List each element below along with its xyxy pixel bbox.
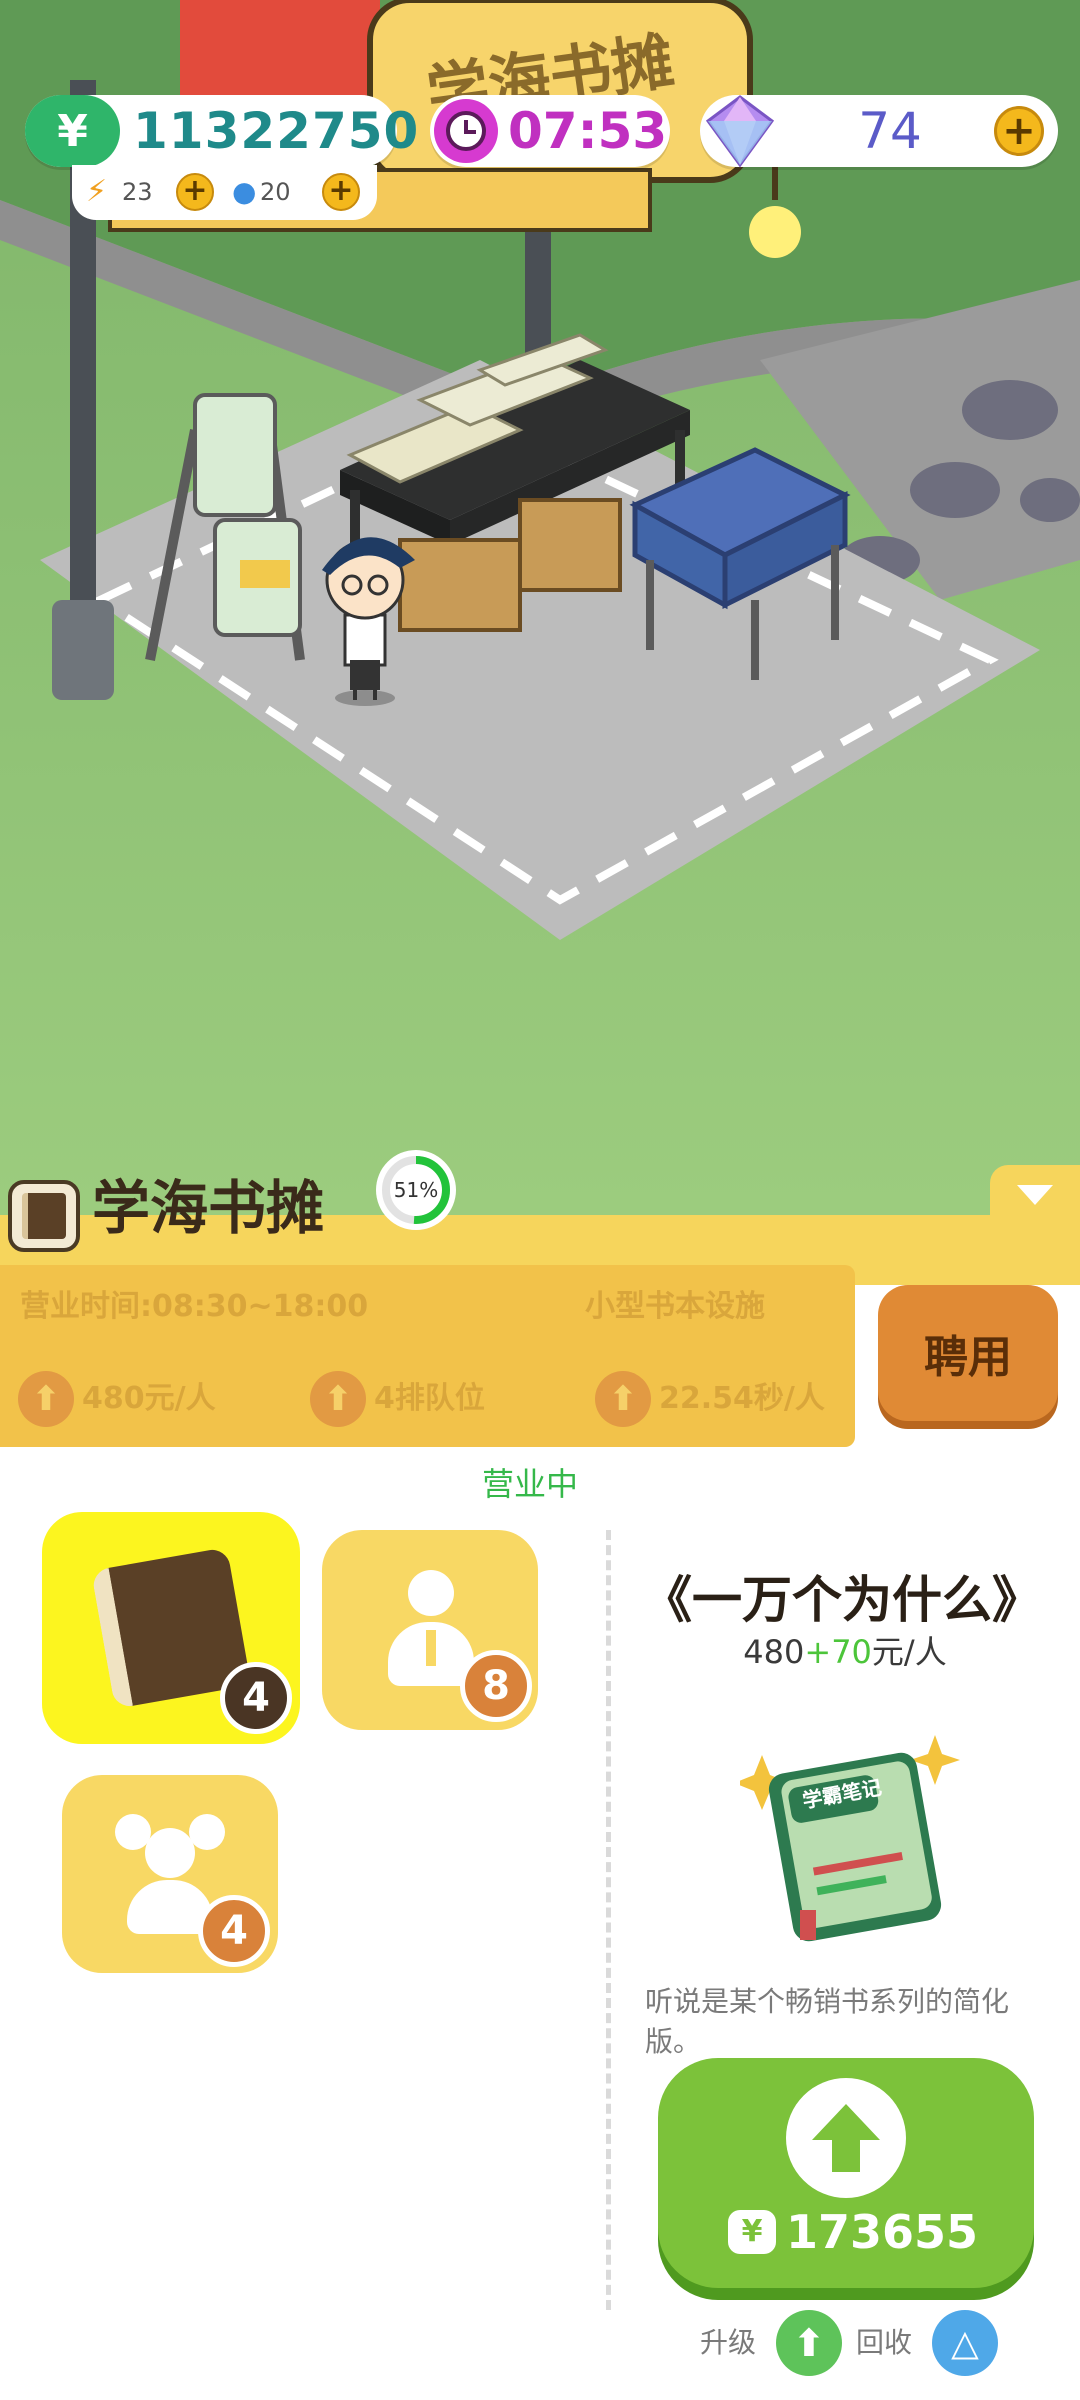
- shop-progress-label: 51%: [393, 1178, 439, 1202]
- water-value: 20: [260, 178, 291, 206]
- money-value: 11322750: [133, 102, 420, 160]
- water-drop-icon: ●: [232, 175, 257, 208]
- upgrade-cost: 173655: [786, 2205, 979, 2259]
- tab-books[interactable]: 4: [42, 1512, 300, 1744]
- speed-stat: 22.54秒/人: [659, 1381, 825, 1416]
- game-scene: 学海书摊 ¥ 11322750 ⚡ 23 + ● 20 + 07:53 74 +: [0, 0, 1080, 1215]
- business-hours: 营业时间:08:30~18:00: [20, 1289, 369, 1324]
- arrow-up-icon: ⬆: [793, 2321, 825, 2365]
- resource-bar: ⚡ 23 + ● 20 +: [72, 165, 377, 220]
- facility-type: 小型书本设施: [585, 1289, 765, 1324]
- tab-badge: 8: [460, 1650, 532, 1722]
- chevron-down-icon: [1017, 1185, 1053, 1205]
- shop-progress-ring: 51%: [374, 1148, 458, 1232]
- shop-status: 营业中: [481, 1465, 578, 1503]
- energy-value: 23: [122, 178, 153, 206]
- tab-customers[interactable]: 4: [62, 1775, 278, 1973]
- time-value: 07:53: [508, 102, 668, 160]
- speed-upgrade-icon: ⬆: [595, 1371, 651, 1427]
- add-energy-button[interactable]: +: [176, 173, 214, 211]
- coin-icon: ¥: [728, 2210, 776, 2254]
- price-upgrade-icon: ⬆: [18, 1371, 74, 1427]
- lightning-icon: ⚡: [86, 174, 108, 209]
- hire-button[interactable]: 聘用: [878, 1285, 1058, 1421]
- book-icon: [8, 1180, 80, 1252]
- tab-staff[interactable]: 8: [322, 1530, 538, 1730]
- item-price-bonus: +70: [804, 1633, 872, 1671]
- time-counter: 07:53: [430, 95, 670, 167]
- tab-badge: 4: [198, 1895, 270, 1967]
- tab-badge: 4: [220, 1662, 292, 1734]
- clock-icon: [434, 99, 498, 163]
- item-price: 480+70元/人: [620, 1630, 1070, 1674]
- add-water-button[interactable]: +: [322, 173, 360, 211]
- panel-divider: [606, 1530, 611, 2310]
- price-stat: 480元/人: [82, 1381, 216, 1416]
- gem-value: 74: [858, 102, 922, 160]
- shop-stats-card: 营业时间:08:30~18:00 小型书本设施 ⬆ 480元/人 ⬆ 4排队位 …: [0, 1265, 855, 1447]
- diamond-icon: [700, 91, 780, 171]
- upgrade-small-button[interactable]: ⬆: [776, 2310, 842, 2376]
- collapse-panel-button[interactable]: [990, 1165, 1080, 1225]
- gem-counter: 74 +: [700, 95, 1058, 168]
- upgrade-label: 升级: [700, 2326, 757, 2359]
- queue-stat: 4排队位: [374, 1381, 485, 1416]
- upgrade-arrow-icon: [786, 2078, 906, 2198]
- shop-name: 学海书摊: [92, 1174, 325, 1242]
- add-gems-button[interactable]: +: [994, 106, 1044, 156]
- money-counter: ¥ 11322750: [25, 95, 418, 167]
- recycle-button[interactable]: △: [932, 2310, 998, 2376]
- item-book-image: 学霸笔记: [734, 1730, 960, 1950]
- item-price-base: 480: [743, 1633, 805, 1671]
- queue-upgrade-icon: ⬆: [310, 1371, 366, 1427]
- item-title: 《一万个为什么》: [642, 1571, 1042, 1629]
- yuan-icon: ¥: [25, 95, 120, 167]
- item-price-unit: 元/人: [871, 1633, 947, 1671]
- recycle-label: 回收: [856, 2326, 913, 2359]
- recycle-icon: △: [951, 2322, 979, 2364]
- upgrade-button[interactable]: ¥ 173655: [658, 2058, 1034, 2288]
